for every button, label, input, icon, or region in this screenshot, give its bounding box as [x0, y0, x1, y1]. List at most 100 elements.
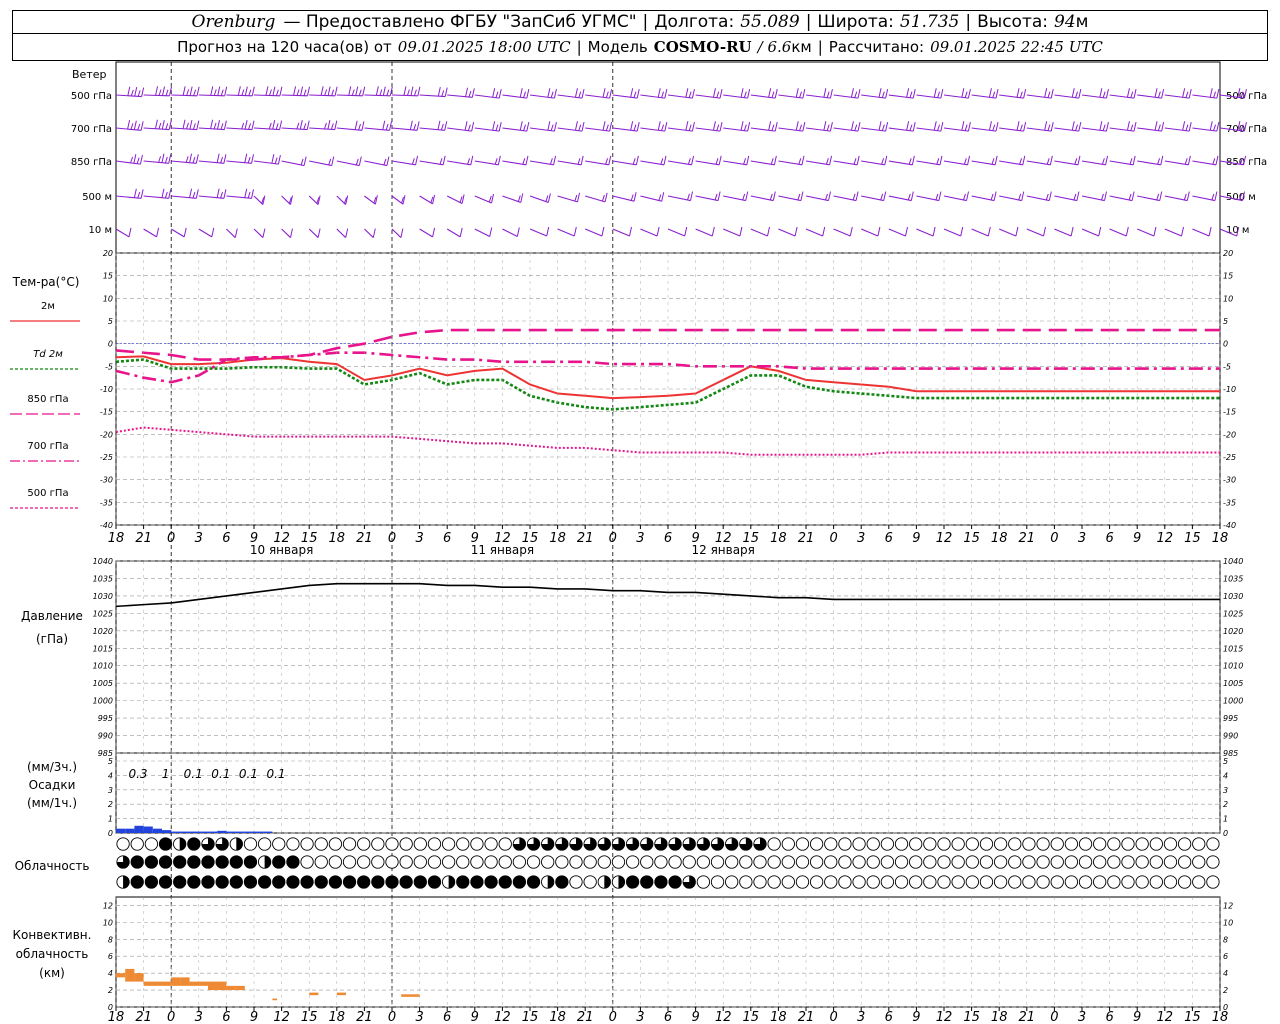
wind-barb-feather: [290, 228, 293, 238]
cloud-cover-fill: [244, 875, 257, 889]
wind-barb-feather: [546, 226, 550, 237]
wind-barb-feather: [963, 158, 967, 165]
wind-barb-feather: [137, 90, 141, 97]
wind-barb-feather: [251, 154, 255, 164]
wind-barb-feather: [185, 156, 189, 163]
cloud-cover-circle: [640, 855, 654, 869]
bottom-time-label: 6: [443, 1010, 451, 1024]
temp-tick-label-left: -30: [100, 476, 113, 485]
time-tick-label: 3: [415, 531, 423, 546]
cloud-cover-circle: [399, 837, 413, 851]
wind-barb-feather: [1078, 89, 1082, 99]
cloud-cover-circle: [1008, 837, 1022, 851]
pressure-tick-label-right: 990: [1223, 732, 1238, 741]
wind-barb-feather: [1157, 158, 1161, 165]
wind-barb-feather: [183, 227, 187, 237]
wind-barb-feather: [849, 226, 853, 237]
cloud-cover-fill: [173, 875, 186, 889]
wind-barb-feather: [189, 188, 193, 198]
temp-tick-label-left: -35: [100, 498, 113, 507]
wind-barb-shaft: [640, 94, 665, 99]
bottom-time-label: 6: [1105, 1010, 1113, 1024]
wind-barb-shaft: [999, 160, 1023, 166]
bottom-time-label: 0: [167, 1010, 175, 1024]
wind-barb-feather: [140, 121, 144, 131]
cloud-cover-circle: [866, 855, 880, 869]
wind-barb-feather: [712, 121, 716, 131]
wind-barb-shaft: [198, 228, 213, 238]
cloud-cover-circle: [1121, 855, 1135, 869]
cloud-cover-circle: [725, 875, 739, 889]
precip-tick-label-right: 5: [1223, 757, 1228, 766]
wind-barb-feather: [857, 89, 861, 99]
wind-barb-feather: [213, 89, 217, 96]
wind-barb-feather: [1211, 193, 1215, 201]
wind-barb-feather: [745, 191, 749, 201]
wind-barb-feather: [553, 155, 557, 165]
wind-barb-feather: [306, 120, 310, 130]
wind-barb-feather: [990, 193, 994, 201]
wind-barb-feather: [440, 123, 444, 131]
cloud-cover-circle: [526, 855, 541, 869]
wind-barb-feather: [574, 121, 578, 131]
pressure-tick-label-left: 1040: [93, 557, 113, 566]
wind-barb-feather: [323, 122, 327, 130]
wind-barb-shaft: [722, 228, 741, 237]
wind-barb-shaft: [667, 94, 693, 99]
wind-barb-feather: [265, 86, 269, 96]
wind-barb-feather: [714, 193, 718, 201]
conv-tick-label-left: 6: [108, 952, 113, 961]
precip-bar: [189, 831, 199, 833]
cloud-cover-fill: [547, 875, 554, 889]
wind-barb-feather: [936, 158, 940, 165]
wind-barb-shaft: [750, 94, 776, 99]
wind-barb-feather: [549, 158, 553, 165]
wind-barb-shaft: [1026, 228, 1044, 237]
wind-barb-feather: [488, 195, 492, 203]
wind-level-label-left: 850 гПа: [71, 157, 112, 168]
pressure-tick-label-right: 1035: [1223, 574, 1243, 583]
wind-barb-feather: [601, 194, 605, 202]
wind-barb-shaft: [1109, 228, 1127, 237]
wind-barb-feather: [1047, 91, 1051, 98]
wind-barb-feather: [523, 91, 527, 98]
cloud-cover-fill: [145, 875, 158, 889]
date-label: 11 января: [471, 543, 534, 557]
wind-barb-feather: [139, 155, 143, 165]
wind-barb-shaft: [1164, 160, 1189, 166]
wind-barb-feather: [1022, 155, 1026, 165]
wind-barb-feather: [967, 122, 971, 132]
wind-barb-feather: [217, 120, 220, 130]
wind-barb-feather: [128, 227, 132, 237]
wind-barb-feather: [794, 226, 798, 237]
wind-barb-feather: [351, 89, 355, 96]
cloud-cover-circle: [456, 837, 470, 851]
wind-barb-shaft: [723, 160, 747, 166]
wind-barb-shaft: [1054, 195, 1078, 202]
wind-barb-shaft: [612, 228, 630, 237]
cloud-cover-circle: [555, 855, 569, 869]
cloud-cover-circle: [1135, 855, 1149, 869]
wind-barb-feather: [216, 188, 220, 198]
cloud-cover-circle: [739, 855, 753, 869]
wind-barb-feather: [608, 155, 612, 165]
wind-barb-shaft: [833, 127, 859, 132]
cloud-cover-circle: [1163, 837, 1178, 851]
cloud-cover-circle: [300, 837, 314, 851]
wind-barb-feather: [155, 86, 159, 96]
wind-barb-shaft: [612, 160, 637, 166]
wind-barb-feather: [577, 158, 581, 165]
cloud-cover-circle: [710, 855, 725, 869]
wind-barb-shaft: [1137, 127, 1162, 132]
cloud-cover-circle: [1036, 875, 1050, 889]
wind-barb-feather: [217, 86, 221, 96]
cloud-cover-circle: [1050, 855, 1064, 869]
wind-barb-feather: [1076, 191, 1080, 201]
wind-barb-shaft: [640, 228, 658, 237]
cloud-cover-circle: [923, 837, 937, 851]
wind-barb-shaft: [419, 228, 433, 238]
bottom-time-label: 0: [1050, 1010, 1058, 1024]
wind-barb-shaft: [695, 94, 721, 99]
cloud-cover-circle: [795, 837, 810, 851]
wind-barb-feather: [372, 228, 376, 238]
